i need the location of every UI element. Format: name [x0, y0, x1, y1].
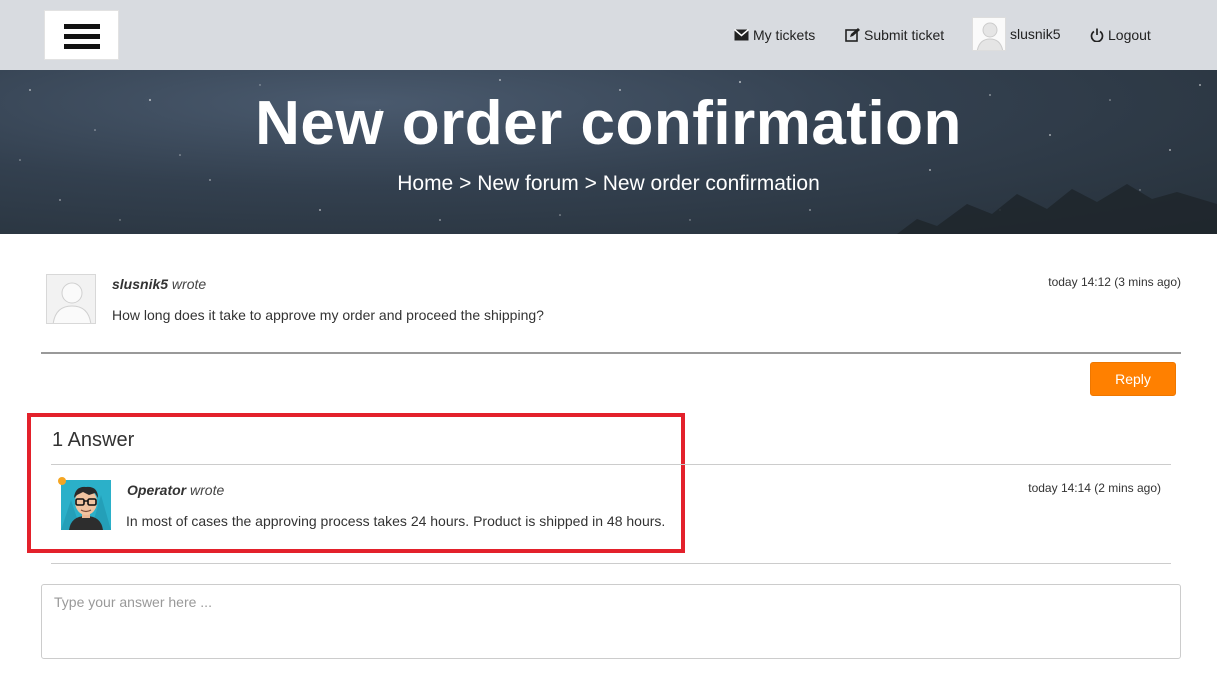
answer-author-name[interactable]: Operator: [127, 482, 186, 498]
nav-my-tickets[interactable]: My tickets: [734, 24, 815, 46]
breadcrumb-forum[interactable]: New forum: [477, 172, 579, 195]
answer-timestamp: today 14:14 (2 mins ago): [1028, 481, 1161, 495]
breadcrumb-separator: >: [584, 172, 597, 195]
nav-user-profile[interactable]: slusnik5: [972, 17, 1061, 51]
my-tickets-label: My tickets: [753, 27, 816, 43]
answer-author-avatar: [61, 480, 111, 530]
breadcrumb-current: New order confirmation: [602, 172, 820, 195]
question-timestamp: today 14:12 (3 mins ago): [1048, 275, 1181, 289]
question-divider: [41, 352, 1181, 354]
operator-avatar-icon: [61, 480, 111, 530]
answer-textarea[interactable]: [41, 584, 1181, 659]
edit-icon: [845, 28, 860, 42]
breadcrumb-home[interactable]: Home: [397, 172, 453, 195]
submit-ticket-label: Submit ticket: [864, 27, 945, 43]
breadcrumb-separator: >: [459, 172, 472, 195]
question-wrote-label: wrote: [171, 276, 207, 292]
user-avatar: [972, 17, 1006, 51]
question-author-avatar: [46, 274, 96, 324]
reply-button[interactable]: Reply: [1090, 362, 1176, 396]
username-label: slusnik5: [1010, 26, 1061, 42]
power-icon: [1090, 28, 1104, 42]
question-author-line: slusnik5 wrote: [112, 276, 206, 292]
answers-bottom-divider: [51, 563, 1171, 564]
top-navigation-bar: My tickets Submit ticket slusnik5 Logout: [0, 0, 1217, 70]
user-icon: [976, 22, 1004, 50]
answer-wrote-label: wrote: [190, 482, 225, 498]
answers-heading: 1 Answer: [52, 429, 135, 451]
answer-text: In most of cases the approving process t…: [126, 513, 666, 529]
answers-divider: [51, 464, 1171, 465]
answer-author-line: Operator wrote: [127, 482, 224, 498]
menu-icon[interactable]: [44, 10, 119, 60]
nav-logout[interactable]: Logout: [1090, 24, 1151, 46]
online-status-dot: [58, 477, 66, 485]
hero-banner: New order confirmation Home > New forum …: [0, 70, 1217, 234]
envelope-icon: [734, 29, 749, 41]
breadcrumb: Home > New forum > New order confirmatio…: [0, 172, 1217, 196]
logout-label: Logout: [1108, 27, 1151, 43]
question-author-name[interactable]: slusnik5: [112, 276, 168, 292]
question-text: How long does it take to approve my orde…: [112, 307, 544, 323]
user-icon: [52, 282, 92, 323]
nav-submit-ticket[interactable]: Submit ticket: [845, 24, 944, 46]
page-title: New order confirmation: [255, 89, 962, 158]
